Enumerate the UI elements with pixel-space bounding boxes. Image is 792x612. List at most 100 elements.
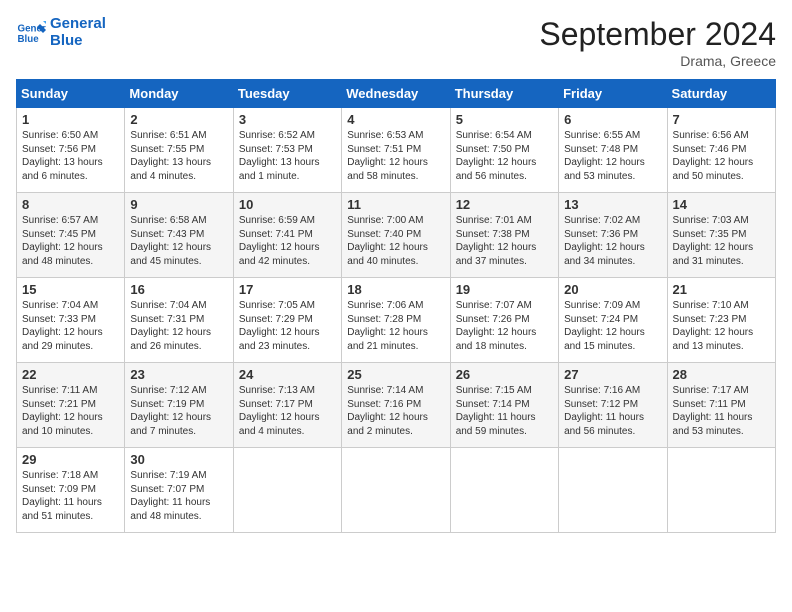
cell-details: Sunrise: 7:11 AM Sunset: 7:21 PM Dayligh… [22,384,119,438]
day-number: 6 [564,112,661,127]
day-number: 23 [130,367,227,382]
cell-details: Sunrise: 7:03 AM Sunset: 7:35 PM Dayligh… [673,214,770,268]
cell-details: Sunrise: 7:05 AM Sunset: 7:29 PM Dayligh… [239,299,336,353]
cell-details: Sunrise: 7:04 AM Sunset: 7:31 PM Dayligh… [130,299,227,353]
logo: General Blue General Blue [16,16,106,49]
cell-details: Sunrise: 7:06 AM Sunset: 7:28 PM Dayligh… [347,299,444,353]
calendar-cell: 5Sunrise: 6:54 AM Sunset: 7:50 PM Daylig… [450,108,558,193]
day-number: 7 [673,112,770,127]
day-number: 19 [456,282,553,297]
calendar-cell [559,448,667,533]
calendar-cell: 12Sunrise: 7:01 AM Sunset: 7:38 PM Dayli… [450,193,558,278]
calendar-body: 1Sunrise: 6:50 AM Sunset: 7:56 PM Daylig… [17,108,776,533]
calendar-cell: 11Sunrise: 7:00 AM Sunset: 7:40 PM Dayli… [342,193,450,278]
day-number: 15 [22,282,119,297]
day-number: 11 [347,197,444,212]
calendar-cell: 3 Sunrise: 6:52 AM Sunset: 7:53 PM Daylig… [233,108,341,193]
day-number: 16 [130,282,227,297]
cell-details: Sunrise: 7:17 AM Sunset: 7:11 PM Dayligh… [673,384,770,438]
calendar-cell: 8 Sunrise: 6:57 AM Sunset: 7:45 PM Daylig… [17,193,125,278]
calendar-header-row: SundayMondayTuesdayWednesdayThursdayFrid… [17,80,776,108]
day-number: 20 [564,282,661,297]
day-number: 13 [564,197,661,212]
calendar-cell: 10 Sunrise: 6:59 AM Sunset: 7:41 PM Dayli… [233,193,341,278]
calendar-cell: 26 Sunrise: 7:15 AM Sunset: 7:14 PM Dayli… [450,363,558,448]
day-number: 2 [130,112,227,127]
day-number: 1 [22,112,119,127]
logo-line1: General [50,16,106,33]
calendar-cell: 18Sunrise: 7:06 AM Sunset: 7:28 PM Dayli… [342,278,450,363]
cell-details: Sunrise: 7:19 AM Sunset: 7:07 PM Dayligh… [130,469,227,523]
cell-details: Sunrise: 6:57 AM Sunset: 7:45 PM Dayligh… [22,214,119,268]
calendar-cell [450,448,558,533]
cell-details: Sunrise: 7:12 AM Sunset: 7:19 PM Dayligh… [130,384,227,438]
logo-icon: General Blue [16,18,46,48]
calendar-cell: 14 Sunrise: 7:03 AM Sunset: 7:35 PM Dayli… [667,193,775,278]
cell-details: Sunrise: 7:18 AM Sunset: 7:09 PM Dayligh… [22,469,119,523]
calendar-cell: 19 Sunrise: 7:07 AM Sunset: 7:26 PM Dayli… [450,278,558,363]
cell-details: Sunrise: 6:59 AM Sunset: 7:41 PM Dayligh… [239,214,336,268]
cell-details: Sunrise: 7:13 AM Sunset: 7:17 PM Dayligh… [239,384,336,438]
day-number: 10 [239,197,336,212]
calendar-cell: 30Sunrise: 7:19 AM Sunset: 7:07 PM Dayli… [125,448,233,533]
month-title: September 2024 [539,16,776,53]
calendar-cell [342,448,450,533]
calendar-cell: 22 Sunrise: 7:11 AM Sunset: 7:21 PM Dayli… [17,363,125,448]
col-header-wednesday: Wednesday [342,80,450,108]
day-number: 21 [673,282,770,297]
cell-details: Sunrise: 6:56 AM Sunset: 7:46 PM Dayligh… [673,129,770,183]
day-number: 22 [22,367,119,382]
cell-details: Sunrise: 6:58 AM Sunset: 7:43 PM Dayligh… [130,214,227,268]
calendar-table: SundayMondayTuesdayWednesdayThursdayFrid… [16,79,776,533]
calendar-cell: 27 Sunrise: 7:16 AM Sunset: 7:12 PM Dayli… [559,363,667,448]
col-header-saturday: Saturday [667,80,775,108]
cell-details: Sunrise: 7:10 AM Sunset: 7:23 PM Dayligh… [673,299,770,353]
day-number: 24 [239,367,336,382]
day-number: 29 [22,452,119,467]
cell-details: Sunrise: 6:52 AM Sunset: 7:53 PM Dayligh… [239,129,336,183]
calendar-cell: 20 Sunrise: 7:09 AM Sunset: 7:24 PM Dayli… [559,278,667,363]
cell-details: Sunrise: 7:14 AM Sunset: 7:16 PM Dayligh… [347,384,444,438]
cell-details: Sunrise: 6:51 AM Sunset: 7:55 PM Dayligh… [130,129,227,183]
calendar-cell: 16 Sunrise: 7:04 AM Sunset: 7:31 PM Dayli… [125,278,233,363]
calendar-cell: 4 Sunrise: 6:53 AM Sunset: 7:51 PM Daylig… [342,108,450,193]
calendar-cell: 2 Sunrise: 6:51 AM Sunset: 7:55 PM Daylig… [125,108,233,193]
calendar-week-row: 22 Sunrise: 7:11 AM Sunset: 7:21 PM Dayli… [17,363,776,448]
calendar-cell [233,448,341,533]
day-number: 3 [239,112,336,127]
day-number: 26 [456,367,553,382]
calendar-cell: 23 Sunrise: 7:12 AM Sunset: 7:19 PM Dayli… [125,363,233,448]
day-number: 4 [347,112,444,127]
day-number: 9 [130,197,227,212]
col-header-sunday: Sunday [17,80,125,108]
calendar-cell: 1Sunrise: 6:50 AM Sunset: 7:56 PM Daylig… [17,108,125,193]
day-number: 12 [456,197,553,212]
day-number: 8 [22,197,119,212]
cell-details: Sunrise: 7:09 AM Sunset: 7:24 PM Dayligh… [564,299,661,353]
col-header-monday: Monday [125,80,233,108]
calendar-cell [667,448,775,533]
day-number: 25 [347,367,444,382]
calendar-cell: 15 Sunrise: 7:04 AM Sunset: 7:33 PM Dayli… [17,278,125,363]
calendar-cell: 6 Sunrise: 6:55 AM Sunset: 7:48 PM Daylig… [559,108,667,193]
col-header-thursday: Thursday [450,80,558,108]
title-block: September 2024 Drama, Greece [539,16,776,69]
cell-details: Sunrise: 6:55 AM Sunset: 7:48 PM Dayligh… [564,129,661,183]
day-number: 28 [673,367,770,382]
cell-details: Sunrise: 7:15 AM Sunset: 7:14 PM Dayligh… [456,384,553,438]
cell-details: Sunrise: 7:16 AM Sunset: 7:12 PM Dayligh… [564,384,661,438]
day-number: 27 [564,367,661,382]
calendar-cell: 21 Sunrise: 7:10 AM Sunset: 7:23 PM Dayli… [667,278,775,363]
svg-text:Blue: Blue [18,34,40,45]
day-number: 5 [456,112,553,127]
col-header-friday: Friday [559,80,667,108]
page-header: General Blue General Blue September 2024… [16,16,776,69]
day-number: 14 [673,197,770,212]
cell-details: Sunrise: 7:04 AM Sunset: 7:33 PM Dayligh… [22,299,119,353]
calendar-cell: 24 Sunrise: 7:13 AM Sunset: 7:17 PM Dayli… [233,363,341,448]
calendar-cell: 29 Sunrise: 7:18 AM Sunset: 7:09 PM Dayli… [17,448,125,533]
calendar-cell: 7 Sunrise: 6:56 AM Sunset: 7:46 PM Daylig… [667,108,775,193]
cell-details: Sunrise: 6:53 AM Sunset: 7:51 PM Dayligh… [347,129,444,183]
cell-details: Sunrise: 7:07 AM Sunset: 7:26 PM Dayligh… [456,299,553,353]
calendar-cell: 9 Sunrise: 6:58 AM Sunset: 7:43 PM Daylig… [125,193,233,278]
